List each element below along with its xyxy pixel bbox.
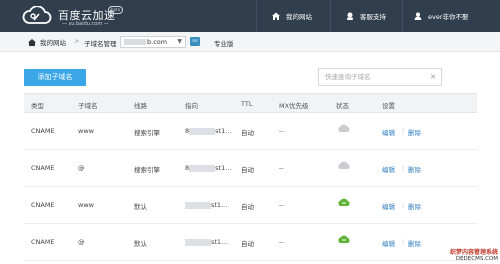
edit-link[interactable]: 编辑 [382, 201, 395, 211]
search-placeholder: 快速查询子域名 [325, 73, 371, 81]
plan-label: 专业版 [214, 40, 234, 48]
col-subdomain: 子域名 [78, 102, 98, 110]
pointer-suffix: st1... [215, 164, 232, 172]
cell-line: 搜索引擎 [134, 166, 160, 174]
pointer-suffix: st1... [211, 201, 228, 209]
cell-ttl: 自动 [241, 240, 254, 248]
subdomain-search-input[interactable]: 快速查询子域名 ✕ [318, 68, 442, 86]
col-mx: MX优先级 [279, 102, 309, 110]
cell-subdomain: @ [78, 164, 85, 172]
cell-line: 默认 [134, 240, 147, 248]
col-status: 状态 [336, 102, 349, 110]
obscured-pointer [185, 201, 211, 209]
home-icon [272, 12, 280, 20]
obscured-domain [124, 39, 146, 45]
nav-divider [256, 0, 257, 32]
nav-my-sites[interactable]: 我的网站 [272, 0, 312, 32]
cell-line: 搜索引擎 [134, 129, 160, 137]
col-type: 类型 [31, 102, 44, 110]
table-row: CNAME @ 搜索引擎 8 st1... 自动 -- 编辑 | 删除 [24, 150, 477, 187]
cloud-off-icon[interactable] [337, 123, 351, 133]
user-name: ever非你不娶 [428, 13, 469, 21]
breadcrumb-separator: > [74, 37, 80, 45]
cell-line: 默认 [134, 203, 147, 211]
close-icon[interactable]: ✕ [430, 69, 436, 85]
op-separator: | [402, 238, 405, 246]
cell-pointer: 8 st1... [185, 127, 231, 135]
cell-mx: -- [279, 238, 284, 246]
breadcrumb-subdomain-manage[interactable]: 子域名管理 [84, 38, 117, 48]
obscured-pointer [189, 127, 216, 135]
support-icon [347, 12, 353, 20]
nav-user-menu[interactable]: ever非你不娶 [414, 0, 469, 32]
home-icon [28, 38, 36, 46]
cell-ttl: 自动 [241, 203, 254, 211]
delete-link[interactable]: 删除 [408, 201, 421, 211]
cell-mx: -- [279, 201, 284, 209]
edit-link[interactable]: 编辑 [382, 127, 395, 137]
ns-badge: ns [190, 37, 200, 46]
nav-divider [330, 0, 331, 32]
cell-type: CNAME [31, 201, 55, 209]
op-separator: | [402, 127, 405, 135]
nav-divider [402, 0, 403, 32]
col-settings: 设置 [382, 102, 395, 110]
brand-subtitle: — su.baidu.com — [62, 21, 109, 27]
chevron-down-icon: ▼ [177, 38, 182, 45]
delete-link[interactable]: 删除 [408, 238, 421, 248]
table-header: 类型 子域名 线路 指向 TTL MX优先级 状态 设置 [24, 93, 477, 113]
pointer-suffix: st1... [211, 238, 228, 246]
obscured-pointer [189, 164, 216, 172]
cell-mx: -- [279, 164, 284, 172]
domain-select[interactable]: b.com ▼ [120, 36, 186, 48]
cell-subdomain: www [78, 201, 94, 209]
col-pointer: 指向 [185, 102, 198, 110]
breadcrumb: 我的网站 > 子域名管理 b.com ▼ ns 专业版 [0, 32, 500, 52]
user-icon [414, 12, 422, 20]
col-ttl: TTL [241, 100, 253, 108]
obscured-pointer [185, 238, 211, 246]
watermark: 织梦内容管理系统 DEDECMS.COM [450, 247, 498, 262]
table-row: CNAME www 默认 st1... 自动 -- 编辑 | 删除 [24, 187, 477, 224]
cell-mx: -- [279, 127, 284, 135]
cell-type: CNAME [31, 238, 55, 246]
cell-ttl: 自动 [241, 166, 254, 174]
cloud-off-icon[interactable] [337, 160, 351, 170]
cloud-logo-icon[interactable] [22, 6, 52, 26]
delete-link[interactable]: 删除 [408, 164, 421, 174]
domain-select-value: b.com [147, 38, 168, 46]
edit-link[interactable]: 编辑 [382, 164, 395, 174]
op-separator: | [402, 201, 405, 209]
watermark-line1: 织梦内容管理系统 [449, 249, 498, 256]
breadcrumb-home-label: 我的网站 [40, 39, 66, 47]
op-separator: | [402, 164, 405, 172]
cell-pointer: st1... [185, 238, 227, 246]
cell-pointer: 8 st1... [185, 164, 231, 172]
add-subdomain-button[interactable]: 添加子域名 [24, 69, 86, 86]
table-row: CNAME www 搜索引擎 8 st1... 自动 -- 编辑 | 删除 [24, 113, 477, 150]
cell-subdomain: @ [78, 238, 85, 246]
cell-ttl: 自动 [241, 129, 254, 137]
breadcrumb-home[interactable]: 我的网站 [28, 37, 66, 47]
nav-my-sites-label: 我的网站 [286, 13, 312, 21]
cell-type: CNAME [31, 127, 55, 135]
cell-subdomain: www [78, 127, 94, 135]
cloud-on-icon[interactable] [337, 234, 351, 244]
table-row: CNAME @ 默认 st1... 自动 -- 编辑 | 删除 [24, 224, 477, 261]
col-line: 线路 [134, 102, 147, 110]
edit-link[interactable]: 编辑 [382, 238, 395, 248]
cell-pointer: st1... [185, 201, 227, 209]
pointer-suffix: st1... [215, 127, 232, 135]
nav-support[interactable]: 客服支持 [346, 0, 386, 32]
top-navbar: 百度云加速 — su.baidu.com — beta 我的网站 客服支持 ev… [0, 0, 500, 32]
beta-badge: beta [108, 6, 124, 14]
cloud-on-icon[interactable] [337, 197, 351, 207]
cell-type: CNAME [31, 164, 55, 172]
delete-link[interactable]: 删除 [408, 127, 421, 137]
watermark-line2: DEDECMS.COM [455, 256, 498, 262]
nav-support-label: 客服支持 [360, 13, 386, 21]
